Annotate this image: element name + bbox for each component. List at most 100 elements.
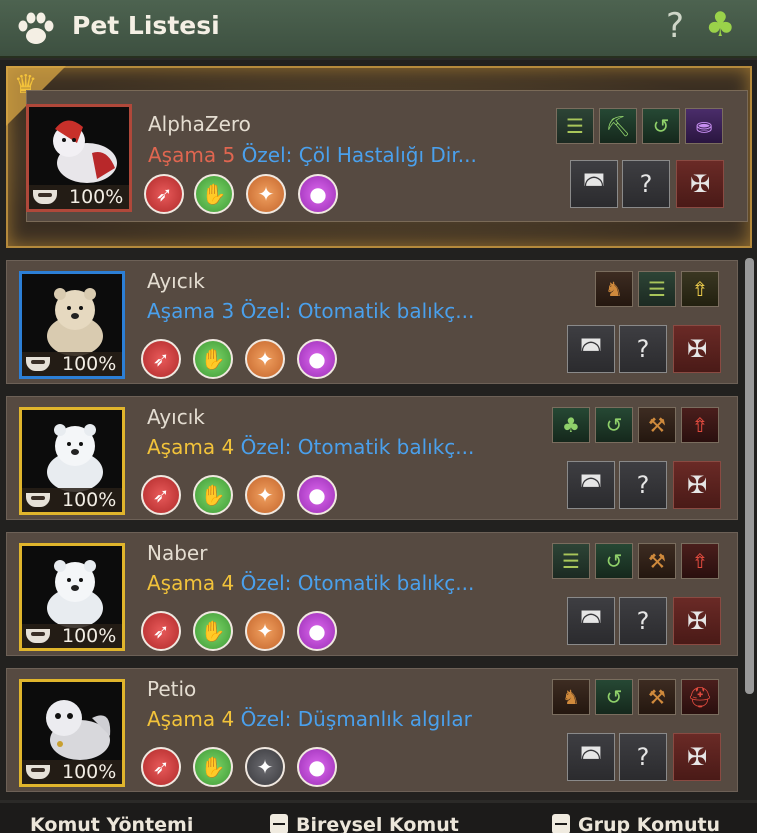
horse-icon[interactable]: ♞ <box>552 679 590 715</box>
stack-icon[interactable]: ☰ <box>552 543 590 579</box>
run-icon[interactable]: ➶ <box>141 747 181 787</box>
key-icon <box>552 814 570 833</box>
person-up-icon[interactable]: ⇮ <box>681 407 719 443</box>
sack-icon[interactable]: ● <box>297 611 337 651</box>
sack-icon[interactable]: ● <box>297 339 337 379</box>
pet-portrait[interactable]: 100% <box>19 679 125 787</box>
hand-icon[interactable]: ✋ <box>193 611 233 651</box>
sack-icon[interactable]: ● <box>297 475 337 515</box>
pet-special: Özel: Otomatik balıkç... <box>240 571 475 595</box>
feed-bowl-icon[interactable]: ◚ <box>567 461 615 509</box>
pet-card[interactable]: 100% Ayıcık Aşama 4 Özel: Otomatik balık… <box>6 396 738 520</box>
hand-icon[interactable]: ✋ <box>193 339 233 379</box>
pet-stage-line: Aşama 4 Özel: Düşmanlık algılar <box>147 707 472 731</box>
gather-icon[interactable]: ↺ <box>595 679 633 715</box>
feed-bowl-icon[interactable]: ◚ <box>567 597 615 645</box>
pet-list: ♛ 100% AlphaZero Aşama 5 Özel: Çöl Hasta… <box>0 60 757 800</box>
release-icon[interactable]: ✠ <box>673 325 721 373</box>
release-icon[interactable]: ✠ <box>673 597 721 645</box>
compass-icon[interactable]: ✦ <box>245 747 285 787</box>
hand-icon[interactable]: ✋ <box>194 174 234 214</box>
bowl-icon <box>26 629 50 643</box>
release-icon[interactable]: ✠ <box>676 160 724 208</box>
paw-question-icon[interactable]: ? <box>619 325 667 373</box>
pickaxe-icon[interactable]: ⛏ <box>599 108 637 144</box>
run-icon[interactable]: ➶ <box>141 475 181 515</box>
pet-portrait[interactable]: 100% <box>19 543 125 651</box>
compass-icon[interactable]: ✦ <box>245 611 285 651</box>
bowl-icon <box>26 765 50 779</box>
pet-image-bear <box>47 288 103 356</box>
axe-icon[interactable]: ⚒ <box>638 543 676 579</box>
axe-icon[interactable]: ⚒ <box>638 407 676 443</box>
pet-portrait[interactable]: 100% <box>19 271 125 379</box>
group-command-button[interactable]: Grup Komutu <box>552 814 720 833</box>
feed-percent: 100% <box>62 625 117 647</box>
feed-percent: 100% <box>62 489 117 511</box>
stack-icon[interactable]: ☰ <box>556 108 594 144</box>
release-icon[interactable]: ✠ <box>673 461 721 509</box>
individual-command-button[interactable]: Bireysel Komut <box>270 814 459 833</box>
paw-icon <box>18 12 54 44</box>
help-button[interactable]: ? <box>666 6 684 46</box>
helmet-icon[interactable]: ⛑ <box>681 679 719 715</box>
pet-portrait[interactable]: 100% <box>26 104 132 212</box>
pet-image-bear <box>47 424 103 492</box>
sack-icon[interactable]: ● <box>297 747 337 787</box>
pet-name: Naber <box>147 541 208 565</box>
pet-name: Ayıcık <box>147 269 205 293</box>
pet-portrait[interactable]: 100% <box>19 407 125 515</box>
stage-value: 3 <box>221 299 235 323</box>
feed-bar: 100% <box>22 352 122 376</box>
feed-bowl-icon[interactable]: ◚ <box>567 325 615 373</box>
run-icon[interactable]: ➶ <box>144 174 184 214</box>
feed-bowl-icon[interactable]: ◚ <box>567 733 615 781</box>
clover-icon[interactable]: ♣ <box>705 5 735 45</box>
paw-question-icon[interactable]: ? <box>622 160 670 208</box>
pet-card[interactable]: 100% Naber Aşama 4 Özel: Otomatik balıkç… <box>6 532 738 656</box>
pet-special: Özel: Otomatik balıkç... <box>240 299 475 323</box>
stage-label: Aşama <box>147 435 216 459</box>
pet-card-featured[interactable]: ♛ 100% AlphaZero Aşama 5 Özel: Çöl Hasta… <box>6 66 752 248</box>
horse-icon[interactable]: ♞ <box>595 271 633 307</box>
window-title: Pet Listesi <box>72 11 220 40</box>
feed-bar: 100% <box>22 488 122 512</box>
stage-label: Aşama <box>147 299 216 323</box>
pet-image-dog <box>53 120 117 183</box>
paw-question-icon[interactable]: ? <box>619 461 667 509</box>
person-up-icon[interactable]: ⇮ <box>681 543 719 579</box>
clover-icon[interactable]: ♣ <box>552 407 590 443</box>
list-scrollbar[interactable] <box>745 258 754 694</box>
stage-label: Aşama <box>148 143 217 167</box>
pet-stage-line: Aşama 4 Özel: Otomatik balıkç... <box>147 571 474 595</box>
paw-question-icon[interactable]: ? <box>619 597 667 645</box>
axe-icon[interactable]: ⚒ <box>638 679 676 715</box>
pet-card[interactable]: 100% Ayıcık Aşama 3 Özel: Otomatik balık… <box>6 260 738 384</box>
bag-icon[interactable]: ⛂ <box>685 108 723 144</box>
release-icon[interactable]: ✠ <box>673 733 721 781</box>
hand-icon[interactable]: ✋ <box>193 475 233 515</box>
feed-bowl-icon[interactable]: ◚ <box>570 160 618 208</box>
window-titlebar: Pet Listesi ? ♣ <box>0 0 757 58</box>
pet-special: Özel: Çöl Hastalığı Dir... <box>241 143 477 167</box>
gather-icon[interactable]: ↺ <box>595 543 633 579</box>
pet-stage-line: Aşama 5 Özel: Çöl Hastalığı Dir... <box>148 143 477 167</box>
run-icon[interactable]: ➶ <box>141 339 181 379</box>
sack-icon[interactable]: ● <box>298 174 338 214</box>
compass-icon[interactable]: ✦ <box>245 475 285 515</box>
gather-icon[interactable]: ↺ <box>595 407 633 443</box>
feed-percent: 100% <box>69 186 124 208</box>
bowl-icon <box>26 357 50 371</box>
run-icon[interactable]: ➶ <box>141 611 181 651</box>
pet-name: AlphaZero <box>148 112 251 136</box>
pet-name: Ayıcık <box>147 405 205 429</box>
hand-icon[interactable]: ✋ <box>193 747 233 787</box>
stack-icon[interactable]: ☰ <box>638 271 676 307</box>
compass-icon[interactable]: ✦ <box>245 339 285 379</box>
bowl-icon <box>33 190 57 204</box>
pet-card[interactable]: 100% Petio Aşama 4 Özel: Düşmanlık algıl… <box>6 668 738 792</box>
compass-icon[interactable]: ✦ <box>246 174 286 214</box>
paw-question-icon[interactable]: ? <box>619 733 667 781</box>
person-up-icon[interactable]: ⇮ <box>681 271 719 307</box>
gather-icon[interactable]: ↺ <box>642 108 680 144</box>
